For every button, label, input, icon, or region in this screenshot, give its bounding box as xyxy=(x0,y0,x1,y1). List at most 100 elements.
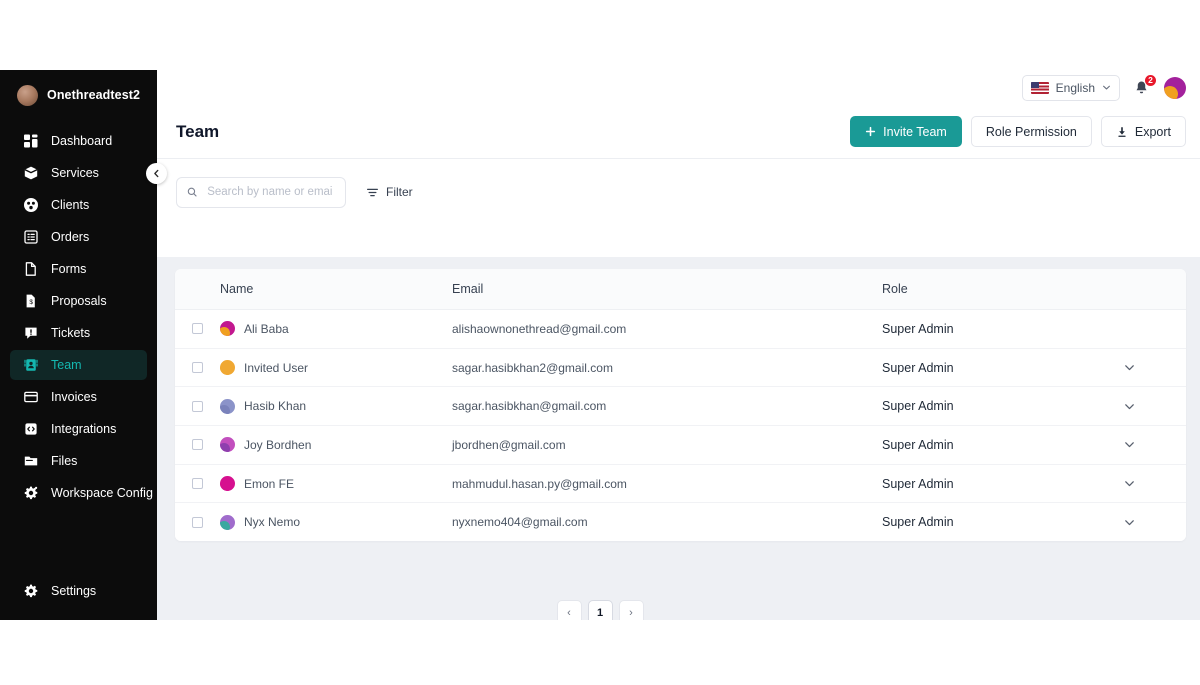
language-label: English xyxy=(1055,80,1095,95)
row-checkbox-cell xyxy=(175,478,220,490)
invite-team-button[interactable]: Invite Team xyxy=(850,116,962,147)
table-row[interactable]: Hasib Khan sagar.hasibkhan@gmail.com Super… xyxy=(175,387,1186,427)
table-body: Ali Baba alishaownonethread@gmail.com Supe… xyxy=(175,310,1186,542)
member-name: Hasib Khan xyxy=(244,399,307,414)
member-role: Super Admin xyxy=(882,321,954,336)
row-checkbox[interactable] xyxy=(192,323,203,335)
row-email-cell: jbordhen@gmail.com xyxy=(452,436,882,454)
sidebar-item-dashboard[interactable]: Dashboard xyxy=(10,126,147,156)
role-permission-button[interactable]: Role Permission xyxy=(970,116,1092,147)
member-role: Super Admin xyxy=(882,476,954,491)
chevron-down-icon[interactable] xyxy=(1123,400,1136,413)
plus-icon xyxy=(866,126,876,137)
member-email: mahmudul.hasan.py@gmail.com xyxy=(452,476,627,491)
filter-button[interactable]: Filter xyxy=(366,185,413,199)
sidebar-item-proposals[interactable]: $ Proposals xyxy=(10,286,147,316)
search-input[interactable] xyxy=(205,185,335,199)
ticket-icon xyxy=(25,327,37,339)
sidebar-item-team[interactable]: Team xyxy=(10,350,147,380)
sidebar-item-label: Dashboard xyxy=(51,134,113,148)
avatar xyxy=(220,398,235,414)
pagination-page-1[interactable]: 1 xyxy=(587,600,613,620)
export-button[interactable]: Export xyxy=(1100,116,1186,147)
member-name: Invited User xyxy=(244,360,309,375)
sidebar-item-services[interactable]: Services xyxy=(10,158,147,188)
row-name-cell: Joy Bordhen xyxy=(220,437,452,453)
chevron-left-icon xyxy=(154,169,159,178)
sidebar-item-invoices[interactable]: Invoices xyxy=(10,382,147,412)
member-email: sagar.hasibkhan@gmail.com xyxy=(452,399,607,414)
chevron-down-icon[interactable] xyxy=(1123,361,1136,374)
sidebar: Onethreadtest2 Dashboard Services Client… xyxy=(0,70,157,620)
user-avatar[interactable] xyxy=(1164,76,1186,99)
sidebar-nav: Dashboard Services Clients Orders Forms … xyxy=(0,126,157,508)
member-name: Nyx Nemo xyxy=(244,515,301,530)
table-row[interactable]: Nyx Nemo nyxnemo404@gmail.com Super Admin xyxy=(175,503,1186,542)
sidebar-item-label: Workspace Config xyxy=(51,486,153,500)
row-checkbox[interactable] xyxy=(192,439,203,451)
row-checkbox[interactable] xyxy=(192,362,203,374)
member-role: Super Admin xyxy=(882,437,954,452)
sidebar-item-label: Forms xyxy=(51,262,87,276)
pagination-prev[interactable]: ‹ xyxy=(556,600,582,620)
member-name: Emon FE xyxy=(244,476,295,491)
sidebar-collapse-button[interactable] xyxy=(146,163,167,184)
column-header-name: Name xyxy=(220,282,254,296)
sidebar-item-label: Orders xyxy=(51,230,90,244)
sidebar-item-tickets[interactable]: Tickets xyxy=(10,318,147,348)
chevron-down-icon[interactable] xyxy=(1123,516,1136,529)
member-name: Ali Baba xyxy=(244,321,289,336)
table-row[interactable]: Ali Baba alishaownonethread@gmail.com Supe… xyxy=(175,310,1186,349)
row-actions-cell xyxy=(1072,400,1186,413)
table-row[interactable]: Invited User sagar.hasibkhan2@gmail.com Su… xyxy=(175,348,1186,388)
column-header-email: Email xyxy=(452,282,484,296)
row-role-cell: Super Admin xyxy=(882,397,1072,415)
sidebar-item-integrations[interactable]: Integrations xyxy=(10,414,147,444)
row-role-cell: Super Admin xyxy=(882,513,1072,531)
sidebar-item-label: Team xyxy=(51,358,82,372)
avatar xyxy=(220,360,235,376)
row-email-cell: alishaownonethread@gmail.com xyxy=(452,320,882,338)
chevron-down-icon[interactable] xyxy=(1123,477,1136,490)
notifications-button[interactable]: 2 xyxy=(1132,73,1157,100)
workspace-brand[interactable]: Onethreadtest2 xyxy=(0,70,157,120)
row-checkbox[interactable] xyxy=(192,516,203,528)
language-selector[interactable]: English xyxy=(1021,74,1120,101)
invite-team-label: Invite Team xyxy=(883,124,947,139)
page-header-row: Team Invite Team Role Permission Export xyxy=(157,105,1200,159)
pagination-next[interactable]: › xyxy=(618,600,644,620)
proposal-icon: $ xyxy=(26,294,35,308)
gear-icon xyxy=(24,584,38,598)
us-flag-icon xyxy=(1030,81,1049,94)
sidebar-item-files[interactable]: Files xyxy=(10,446,147,476)
list-icon xyxy=(24,230,38,244)
table-row[interactable]: Emon FE mahmudul.hasan.py@gmail.com Super … xyxy=(175,464,1186,504)
row-email-cell: sagar.hasibkhan2@gmail.com xyxy=(452,359,882,377)
sidebar-item-orders[interactable]: Orders xyxy=(10,222,147,252)
sidebar-item-workspace-config[interactable]: Workspace Config xyxy=(10,478,153,508)
table-row[interactable]: Joy Bordhen jbordhen@gmail.com Super Admin xyxy=(175,426,1186,465)
sidebar-item-label: Settings xyxy=(51,584,97,598)
row-checkbox-cell xyxy=(175,516,220,528)
row-actions-cell xyxy=(1072,516,1186,529)
integrations-icon xyxy=(25,423,37,435)
column-header-role: Role xyxy=(882,282,908,296)
row-email-cell: nyxnemo404@gmail.com xyxy=(452,513,882,531)
row-actions-cell xyxy=(1072,477,1186,490)
row-checkbox[interactable] xyxy=(192,478,203,490)
chevron-down-icon[interactable] xyxy=(1123,438,1136,451)
member-role: Super Admin xyxy=(882,515,954,530)
member-email: jbordhen@gmail.com xyxy=(452,437,566,452)
sidebar-item-label: Invoices xyxy=(51,390,97,404)
row-name-cell: Hasib Khan xyxy=(220,398,452,414)
team-icon xyxy=(24,359,38,371)
sidebar-item-clients[interactable]: Clients xyxy=(10,190,147,220)
sidebar-item-forms[interactable]: Forms xyxy=(10,254,147,284)
search-box[interactable] xyxy=(176,176,346,208)
folder-icon xyxy=(24,456,38,466)
row-name-cell: Ali Baba xyxy=(220,321,452,337)
search-icon xyxy=(187,187,197,197)
member-email: alishaownonethread@gmail.com xyxy=(452,321,627,336)
row-checkbox[interactable] xyxy=(192,400,203,412)
row-email-cell: sagar.hasibkhan@gmail.com xyxy=(452,397,882,415)
